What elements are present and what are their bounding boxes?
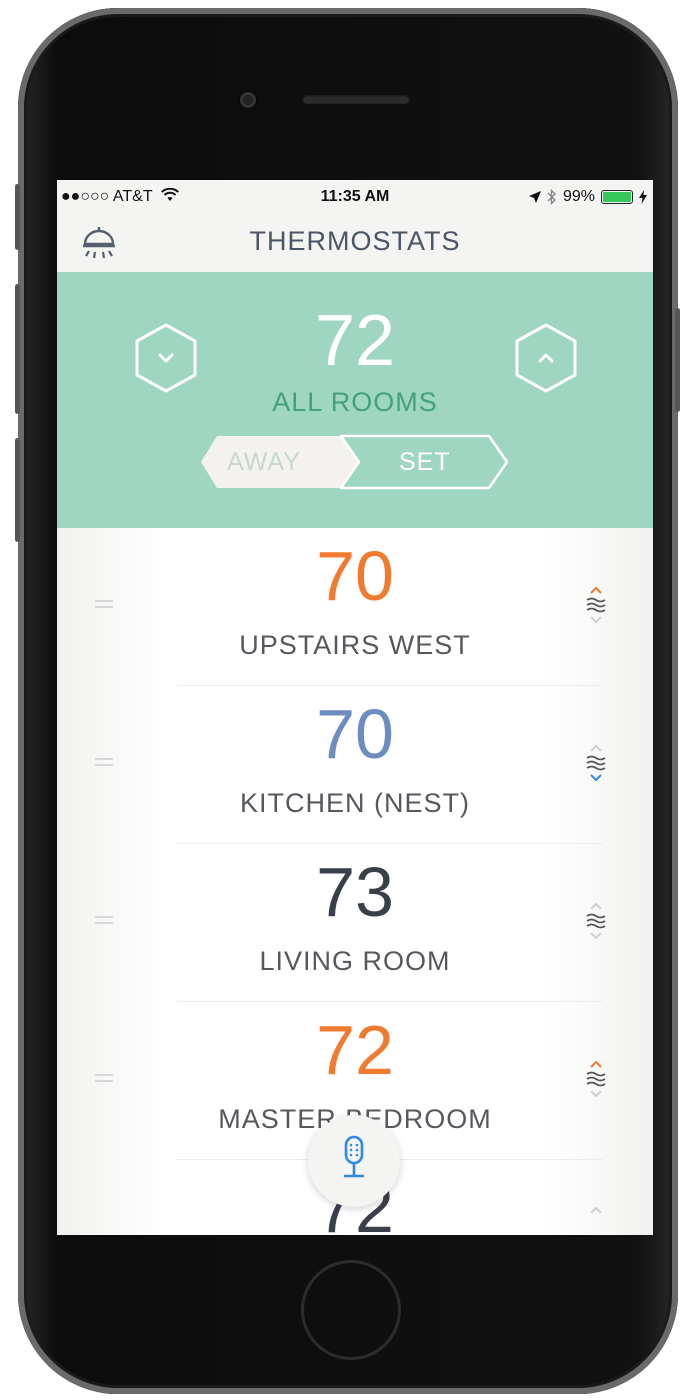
room-row-kitchen[interactable]: 70 KITCHEN (NEST)	[57, 686, 653, 844]
idle-waves-icon[interactable]	[583, 1204, 609, 1235]
front-camera	[240, 92, 256, 108]
volume-up-button	[15, 284, 20, 414]
all-rooms-panel: 72 ALL ROOMS AWAY SET	[57, 272, 653, 528]
away-set-toggle[interactable]: AWAY SET	[199, 434, 511, 490]
mute-switch	[15, 184, 20, 250]
status-right: 99%	[528, 188, 647, 206]
nav-header: THERMOSTATS	[57, 216, 653, 272]
room-name: KITCHEN (NEST)	[240, 788, 470, 818]
room-temperature: 72	[316, 1011, 394, 1089]
app-screen: ●●○○○ AT&T 11:35 AM 99% THERMOSTATS 72 A…	[57, 180, 653, 1235]
cool-waves-icon[interactable]	[583, 742, 609, 786]
set-option[interactable]: SET	[399, 448, 451, 477]
location-arrow-icon	[528, 191, 541, 203]
volume-down-button	[15, 438, 20, 542]
room-temperature: 70	[316, 537, 394, 615]
battery-percent: 99%	[562, 188, 595, 205]
heat-waves-icon[interactable]	[583, 1058, 609, 1102]
earpiece-speaker	[302, 94, 410, 104]
room-row-upstairs-west[interactable]: 70 UPSTAIRS WEST	[57, 528, 653, 686]
status-bar: ●●○○○ AT&T 11:35 AM 99%	[57, 180, 653, 216]
microphone-icon	[343, 1135, 365, 1178]
bluetooth-icon	[547, 189, 556, 205]
heat-waves-icon[interactable]	[583, 584, 609, 628]
page-title: THERMOSTATS	[249, 226, 461, 256]
room-temperature: 70	[316, 695, 394, 773]
power-button	[675, 308, 680, 412]
room-temperature: 73	[316, 853, 394, 931]
room-name: LIVING ROOM	[259, 946, 451, 976]
battery-icon	[601, 190, 633, 204]
away-option[interactable]: AWAY	[227, 448, 301, 477]
idle-waves-icon[interactable]	[583, 900, 609, 944]
voice-button[interactable]	[308, 1115, 400, 1207]
increase-temperature-button[interactable]	[513, 322, 579, 394]
room-row-living-room[interactable]: 73 LIVING ROOM	[57, 844, 653, 1002]
room-name: UPSTAIRS WEST	[239, 630, 471, 660]
home-button[interactable]	[301, 1260, 401, 1360]
chevron-up-icon	[538, 353, 554, 363]
charging-bolt-icon	[639, 190, 647, 204]
